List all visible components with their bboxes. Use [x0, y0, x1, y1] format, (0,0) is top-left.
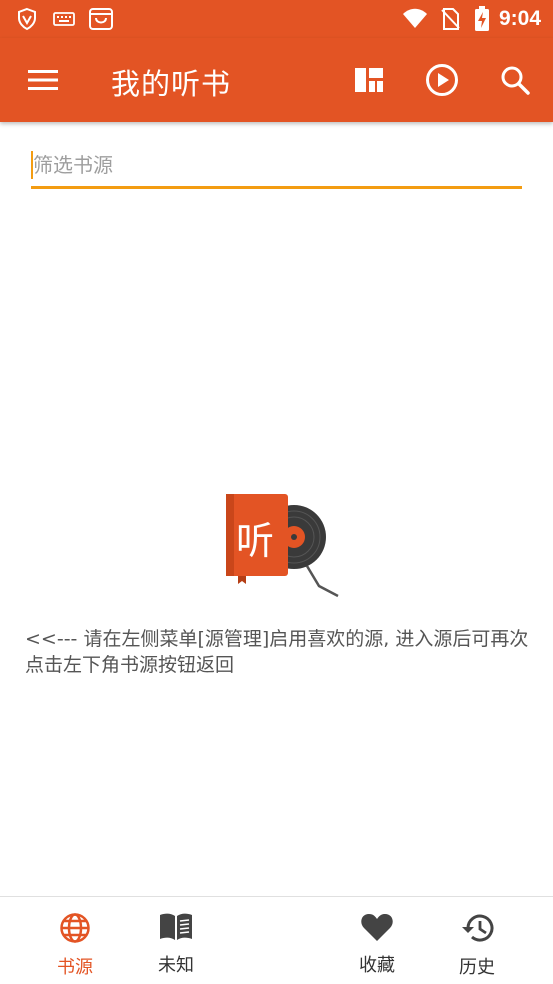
layout-icon[interactable]	[348, 59, 390, 101]
history-icon	[460, 912, 494, 948]
nav-label: 未知	[158, 955, 194, 976]
filter-input[interactable]	[31, 146, 522, 184]
shopping-bag-icon	[88, 6, 114, 32]
status-time: 9:04	[498, 7, 541, 30]
nav-item-unknown[interactable]: 未知	[126, 897, 226, 984]
keyboard-icon	[51, 6, 77, 32]
logo-text: 听	[236, 519, 275, 563]
nav-item-history[interactable]: 历史	[427, 897, 527, 984]
filter-field[interactable]	[31, 146, 522, 189]
nav-label: 收藏	[359, 955, 395, 976]
empty-state-message: <<--- 请在左侧菜单[源管理]启用喜欢的源, 进入源后可再次点击左下角书源按…	[25, 628, 529, 676]
status-bar: 9:04	[0, 0, 553, 38]
page-title: 我的听书	[111, 67, 232, 101]
heart-icon	[360, 912, 394, 946]
book-open-icon	[159, 912, 193, 946]
nav-label: 历史	[459, 957, 495, 978]
search-icon[interactable]	[494, 59, 536, 101]
shield-icon	[14, 6, 40, 32]
nav-item-sources[interactable]: 书源	[25, 897, 125, 984]
menu-icon[interactable]	[22, 59, 64, 101]
globe-icon	[59, 912, 91, 948]
nav-label: 书源	[57, 957, 93, 978]
bottom-navigation: 书源 未知 收藏 历史	[0, 896, 553, 984]
app-logo: 听	[222, 492, 342, 602]
wifi-icon	[402, 6, 428, 32]
play-circle-icon[interactable]	[421, 59, 463, 101]
battery-charging-icon	[469, 6, 495, 32]
no-sim-icon	[437, 6, 463, 32]
app-toolbar: 我的听书	[0, 38, 553, 122]
nav-item-favorites[interactable]: 收藏	[327, 897, 427, 984]
